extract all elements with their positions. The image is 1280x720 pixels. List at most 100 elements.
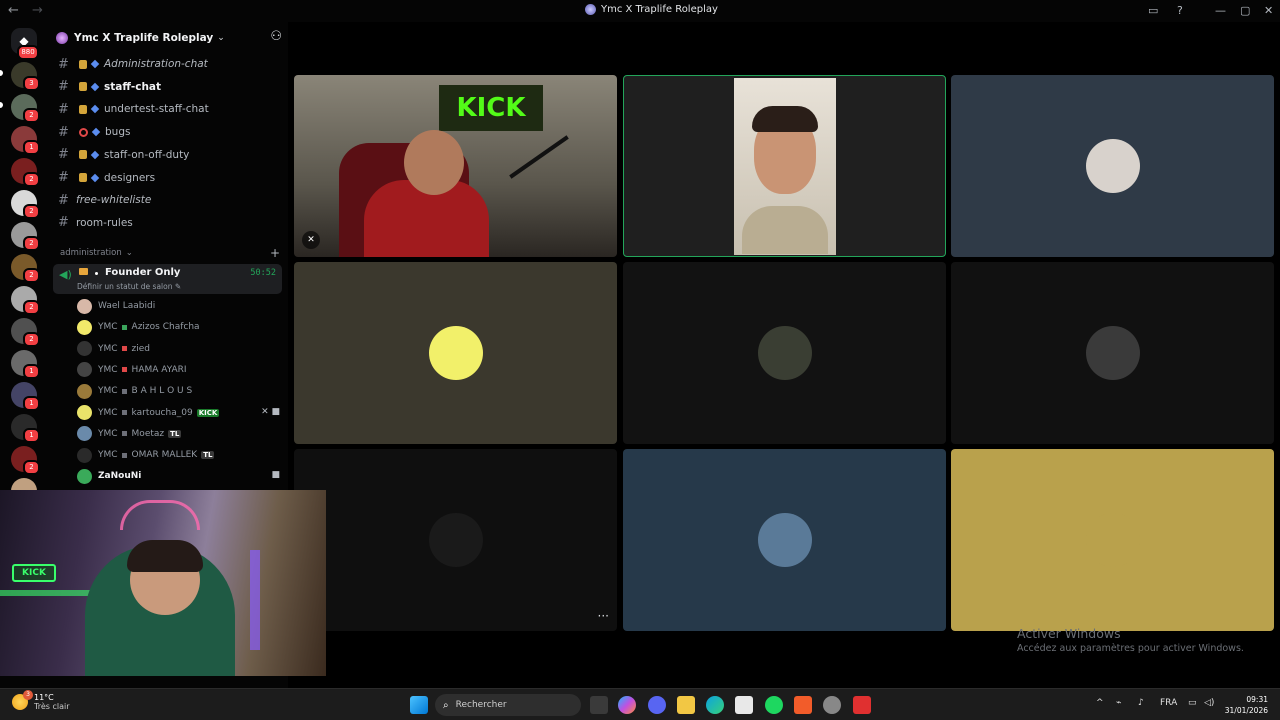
voice-member[interactable]: YMC Azizos Chafcha [77,317,282,337]
voice-timer: 50:52 [250,268,276,278]
unread-badge: 2 [23,236,40,251]
participant-tile[interactable] [623,262,946,444]
participant-tile[interactable] [623,449,946,631]
member-prefix: YMC [98,428,118,439]
server-icon[interactable]: 1 [11,414,40,443]
participant-tile[interactable] [951,262,1274,444]
home-direct-messages-button[interactable]: ◆ 880 [11,28,39,60]
channel-bugs[interactable]: # bugs [58,122,282,142]
server-icon[interactable]: 2 [11,446,40,475]
server-icon[interactable]: 3 [11,62,40,91]
role-icon [121,367,127,373]
no-entry-icon [79,127,88,137]
voice-member[interactable]: YMC Moetaz TL [77,424,282,444]
avatar [77,298,92,314]
maximize-icon[interactable]: ▢ [1240,4,1250,17]
screen-share-icon[interactable]: ▭ [1148,4,1158,17]
discord-icon[interactable] [648,696,666,714]
language-indicator[interactable]: FRA [1160,698,1177,708]
participant-tile[interactable] [951,75,1274,257]
voice-member[interactable]: YMC B A H L O U S [77,381,282,401]
server-icon[interactable]: 1 [11,126,40,155]
network-icon[interactable]: ⌁ [1116,698,1121,708]
streamer-headset [127,540,203,572]
create-channel-icon[interactable]: + [270,246,280,260]
voice-member[interactable]: ZaNouNi ■ [77,466,282,486]
channel-name: free-whiteliste [76,194,152,207]
server-icon[interactable]: 2 [11,190,40,219]
avatar [77,405,92,420]
voice-member[interactable]: YMC zied [77,339,282,359]
participant-tile[interactable] [951,449,1274,631]
member-name: OMAR MALLEK [131,450,198,461]
voice-member[interactable]: Wael Laabidi [77,296,282,316]
copilot-icon[interactable] [618,696,636,714]
member-prefix: YMC [98,364,118,375]
unread-badge: 2 [23,332,40,347]
task-view-icon[interactable] [590,696,608,714]
back-arrow-icon[interactable]: ← [8,3,19,18]
volume-icon[interactable]: ◁) [1204,698,1214,708]
avatar [77,362,92,378]
server-icon[interactable]: 2 [11,158,40,187]
member-name: B A H L O U S [131,386,193,397]
hash-icon: # [58,215,69,231]
channel-room-rules[interactable]: # room-rules [58,213,282,233]
clock-time: 09:31 [1246,695,1268,704]
unread-badge: 1 [23,396,40,411]
app-icon[interactable] [794,696,812,714]
edge-icon[interactable] [706,696,724,714]
kick-sign: KICK [439,85,543,131]
voice-member[interactable]: YMC OMAR MALLEK TL [77,445,282,465]
server-icon[interactable]: 2 [11,286,40,315]
clock[interactable]: 09:31 31/01/2026 [1225,694,1268,716]
channel-undertest-staff-chat[interactable]: # undertest-staff-chat [58,99,282,119]
help-icon[interactable]: ? [1177,4,1183,17]
microsoft-store-icon[interactable] [735,696,753,714]
voice-member[interactable]: YMC HAMA AYARI [77,360,282,380]
channel-free-whiteliste[interactable]: # free-whiteliste [58,190,282,210]
windows-start-icon[interactable] [410,696,428,714]
server-icon[interactable]: 2 [11,318,40,347]
lock-icon [79,82,87,92]
server-icon[interactable]: 1 [11,382,40,411]
close-icon[interactable]: ✕ [1264,4,1273,17]
microphone-icon[interactable]: ♪ [1138,698,1144,708]
channel-designers[interactable]: # designers [58,168,282,188]
server-icon[interactable]: 2 [11,94,40,123]
voice-member[interactable]: YMC kartoucha_09 KICK ✕ ■ [77,403,282,423]
server-header[interactable]: Ymc X Traplife Roleplay ⌄ ⚇ [56,28,284,48]
server-icon[interactable]: 2 [11,254,40,283]
spotify-icon[interactable] [765,696,783,714]
member-tag: TL [168,429,182,438]
participant-tile[interactable] [294,262,617,444]
more-options-icon[interactable]: ··· [598,609,609,623]
file-explorer-icon[interactable] [677,696,695,714]
forward-arrow-icon[interactable]: → [32,3,43,18]
invite-people-icon[interactable]: ⚇ [270,29,282,44]
server-icon[interactable]: 2 [11,222,40,251]
member-prefix: YMC [98,386,118,397]
set-channel-status[interactable]: Définir un statut de salon ✎ [77,282,181,291]
channel-administration-chat[interactable]: # Administration-chat [58,54,282,74]
voice-channel-founder-only[interactable]: ◀) Founder Only 50:52 Définir un statut … [53,264,282,294]
app-icon[interactable] [853,696,871,714]
unread-badge: 3 [23,76,40,91]
category-administration[interactable]: administration ⌄ + [60,246,280,260]
chevron-up-icon[interactable]: ^ [1096,698,1104,708]
taskbar-search[interactable]: ⌕ Rechercher [435,694,581,716]
minimize-icon[interactable]: — [1215,4,1226,17]
streamer-head [404,130,464,195]
member-prefix: YMC [98,407,118,418]
lock-icon [79,104,87,114]
weather-widget[interactable]: 3 11°C Très clair [12,690,70,711]
server-icon[interactable]: 1 [11,350,40,379]
chrome-icon[interactable] [823,696,841,714]
participant-tile[interactable]: ··· [294,449,617,631]
participant-avatar [1085,139,1140,193]
display-icon[interactable]: ▭ [1188,698,1197,708]
participant-tile[interactable] [623,75,946,257]
channel-staff-on-off-duty[interactable]: # staff-on-off-duty [58,145,282,165]
channel-staff-chat[interactable]: # staff-chat [58,77,282,97]
participant-tile[interactable]: KICK ✕ [294,75,617,257]
